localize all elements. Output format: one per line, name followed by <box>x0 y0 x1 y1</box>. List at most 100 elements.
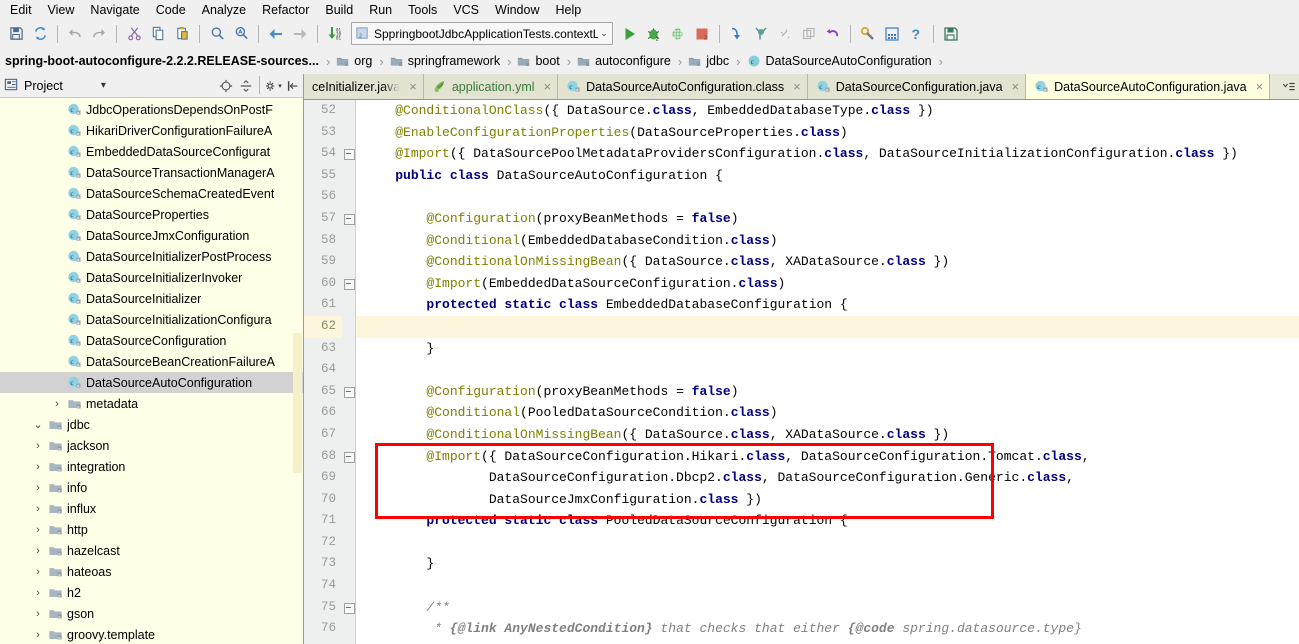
sync-icon[interactable] <box>28 22 52 46</box>
tree-item-hazelcast[interactable]: › a hazelcast <box>0 540 303 561</box>
editor-tab-ceinitializer-java[interactable]: caceInitializer.java× <box>304 74 424 99</box>
code-line[interactable] <box>356 575 1240 597</box>
chevron-right-icon[interactable]: › <box>30 608 46 620</box>
close-icon[interactable]: × <box>409 79 417 94</box>
project-structure-icon[interactable] <box>880 22 904 46</box>
tree-item-jdbc[interactable]: ⌄ a jdbc <box>0 414 303 435</box>
close-icon[interactable]: × <box>1012 79 1020 94</box>
code-line[interactable]: @Import(EmbeddedDataSourceConfiguration.… <box>356 273 1240 295</box>
chevron-down-icon[interactable]: ⌄ <box>598 28 610 39</box>
find-icon[interactable] <box>205 22 229 46</box>
code-line[interactable]: } <box>356 338 1240 360</box>
code-fold-marker[interactable] <box>344 149 355 161</box>
tree-item-h2[interactable]: › a h2 <box>0 582 303 603</box>
tree-item-datasourceautoconfiguration[interactable]: c a DataSourceAutoConfiguration <box>0 372 303 393</box>
help-icon[interactable]: ? <box>904 22 928 46</box>
tree-item-hateoas[interactable]: › a hateoas <box>0 561 303 582</box>
code-line[interactable]: protected static class EmbeddedDatabaseC… <box>356 294 1240 316</box>
code-line[interactable]: DataSourceJmxConfiguration.class }) <box>356 489 1240 511</box>
redo-icon[interactable] <box>87 22 111 46</box>
menu-item-tools[interactable]: Tools <box>400 2 445 18</box>
code-fold-marker[interactable] <box>344 278 355 290</box>
copy-icon[interactable] <box>146 22 170 46</box>
tree-item-datasourceconfiguration[interactable]: c a DataSourceConfiguration <box>0 330 303 351</box>
settings-icon[interactable] <box>856 22 880 46</box>
menu-item-window[interactable]: Window <box>487 2 547 18</box>
code-line[interactable]: @Conditional(EmbeddedDatabaseCondition.c… <box>356 230 1240 252</box>
run-configuration-selector[interactable]: 2 SppringbootJdbcApplicationTests.contex… <box>351 22 613 45</box>
code-line[interactable]: protected static class PooledDataSourceC… <box>356 510 1240 532</box>
code-folding-column[interactable] <box>342 100 356 644</box>
code-line[interactable]: @ConditionalOnClass({ DataSource.class, … <box>356 100 1240 122</box>
tree-item-datasourceinitializerpostprocess[interactable]: c a DataSourceInitializerPostProcess <box>0 246 303 267</box>
menu-item-vcs[interactable]: VCS <box>445 2 487 18</box>
tree-item-influx[interactable]: › a influx <box>0 498 303 519</box>
breadcrumb-item-springframework[interactable]: springframework <box>385 48 504 74</box>
tree-item-metadata[interactable]: › a metadata <box>0 393 303 414</box>
tree-item-datasourcebeancreationfailurea[interactable]: c a DataSourceBeanCreationFailureA <box>0 351 303 372</box>
project-tree-scrollbar[interactable] <box>293 333 302 473</box>
menu-item-build[interactable]: Build <box>317 2 361 18</box>
code-text[interactable]: @ConditionalOnClass({ DataSource.class, … <box>356 100 1240 644</box>
code-line[interactable]: @Import({ DataSourcePoolMetadataProvider… <box>356 143 1240 165</box>
tree-item-http[interactable]: › a http <box>0 519 303 540</box>
debug-icon[interactable]: 2 <box>642 22 666 46</box>
tree-item-jackson[interactable]: › a jackson <box>0 435 303 456</box>
chevron-down-icon[interactable]: ⌄ <box>30 418 46 431</box>
editor-tab-application-yml[interactable]: application.yml × <box>423 74 559 99</box>
breadcrumb-item-boot[interactable]: boot <box>512 48 563 74</box>
chevron-right-icon[interactable]: › <box>30 503 46 515</box>
tree-item-hikaridriverconfigurationfailurea[interactable]: c a HikariDriverConfigurationFailureA <box>0 120 303 141</box>
code-line[interactable]: /** <box>356 597 1240 619</box>
forward-icon[interactable] <box>288 22 312 46</box>
chevron-right-icon[interactable]: › <box>30 566 46 578</box>
history-icon[interactable] <box>797 22 821 46</box>
collapse-all-icon[interactable] <box>236 76 256 96</box>
code-line[interactable] <box>356 359 1240 381</box>
rollback-icon[interactable] <box>821 22 845 46</box>
tree-item-jdbcoperationsdependsonpostf[interactable]: c a JdbcOperationsDependsOnPostF <box>0 99 303 120</box>
close-icon[interactable]: × <box>1256 79 1264 94</box>
menu-item-code[interactable]: Code <box>148 2 194 18</box>
editor-tab-datasourceautoconfiguration-class[interactable]: c a DataSourceAutoConfiguration.class × <box>558 74 808 99</box>
gear-icon[interactable]: ▾ <box>263 76 283 96</box>
code-line[interactable] <box>356 532 1240 554</box>
code-line[interactable]: public class DataSourceAutoConfiguration… <box>356 165 1240 187</box>
code-line[interactable] <box>356 186 1240 208</box>
chevron-down-icon[interactable]: ▾ <box>101 80 106 91</box>
replace-icon[interactable] <box>229 22 253 46</box>
paste-icon[interactable] <box>170 22 194 46</box>
tree-item-datasourceschemacreatedevent[interactable]: c a DataSourceSchemaCreatedEvent <box>0 183 303 204</box>
tree-item-datasourcejmxconfiguration[interactable]: c a DataSourceJmxConfiguration <box>0 225 303 246</box>
tree-item-datasourceproperties[interactable]: c a DataSourceProperties <box>0 204 303 225</box>
menu-item-analyze[interactable]: Analyze <box>194 2 254 18</box>
locate-icon[interactable] <box>216 76 236 96</box>
menu-item-refactor[interactable]: Refactor <box>254 2 317 18</box>
code-fold-marker[interactable] <box>344 214 355 225</box>
chevron-right-icon[interactable]: › <box>30 440 46 452</box>
chevron-right-icon[interactable]: › <box>49 398 65 410</box>
code-line[interactable]: DataSourceConfiguration.Dbcp2.class, Dat… <box>356 467 1240 489</box>
run-coverage-icon[interactable] <box>666 22 690 46</box>
tree-item-datasourcetransactionmanagera[interactable]: c a DataSourceTransactionManagerA <box>0 162 303 183</box>
tree-item-embeddeddatasourceconfigurat[interactable]: c a EmbeddedDataSourceConfigurat <box>0 141 303 162</box>
code-fold-marker[interactable] <box>344 386 355 398</box>
editor-tab-datasourceconfiguration-java[interactable]: c a DataSourceConfiguration.java × <box>807 74 1027 99</box>
project-tree[interactable]: c a JdbcOperationsDependsOnPostF c a HikariDr… <box>0 98 303 644</box>
undo-icon[interactable] <box>63 22 87 46</box>
chevron-right-icon[interactable]: › <box>30 482 46 494</box>
breadcrumb-item-datasourceautoconfiguration[interactable]: c DataSourceAutoConfiguration <box>742 48 936 74</box>
code-line[interactable]: @Conditional(PooledDataSourceCondition.c… <box>356 402 1240 424</box>
code-fold-marker[interactable] <box>344 602 355 614</box>
back-icon[interactable] <box>264 22 288 46</box>
menu-item-view[interactable]: View <box>40 2 83 18</box>
save-icon[interactable] <box>939 22 963 46</box>
code-fold-marker[interactable] <box>344 451 355 463</box>
code-line[interactable]: * {@link AnyNestedCondition} that checks… <box>356 618 1240 640</box>
code-line[interactable] <box>356 315 1240 338</box>
code-line[interactable]: @Import({ DataSourceConfiguration.Hikari… <box>356 446 1240 468</box>
stop-icon[interactable]: 2 <box>690 22 714 46</box>
push-icon[interactable] <box>773 22 797 46</box>
tree-item-info[interactable]: › a info <box>0 477 303 498</box>
tab-overflow-button[interactable] <box>1278 74 1299 99</box>
